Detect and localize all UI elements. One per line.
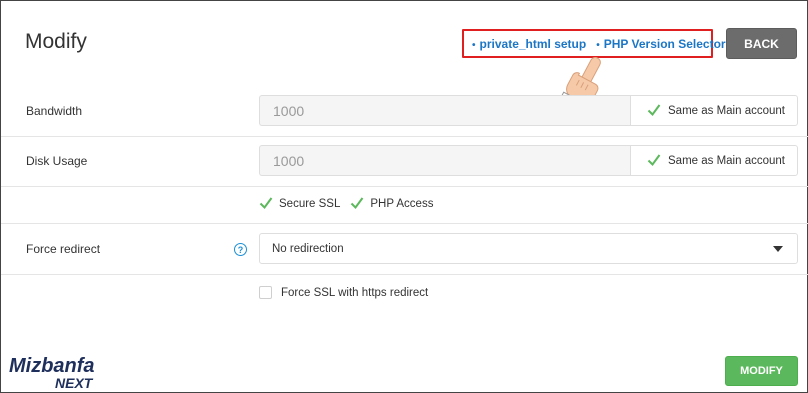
divider: [1, 186, 808, 187]
checkmark-icon: [647, 103, 661, 118]
php-version-selector-link[interactable]: • PHP Version Selector: [596, 37, 725, 51]
force-redirect-label: Force redirect: [26, 242, 101, 256]
question-circle-icon[interactable]: ?: [234, 243, 247, 256]
php-access-label: PHP Access: [370, 198, 434, 210]
checkmark-icon: [259, 197, 273, 211]
modify-panel: Modify • private_html setup • PHP Version …: [0, 0, 808, 393]
divider: [1, 136, 808, 137]
svg-text:Mizbanfa: Mizbanfa: [9, 355, 95, 377]
secure-ssl-label: Secure SSL: [279, 198, 341, 210]
divider: [1, 223, 808, 224]
private-html-setup-link[interactable]: • private_html setup: [472, 37, 586, 51]
force-ssl-label: Force SSL with https redirect: [281, 286, 429, 299]
force-redirect-selected: No redirection: [272, 242, 344, 255]
disk-usage-same-as-main-checkbox[interactable]: Same as Main account: [630, 145, 798, 176]
bandwidth-label: Bandwidth: [26, 104, 83, 118]
bandwidth-input[interactable]: 1000: [259, 95, 631, 126]
modify-button[interactable]: MODIFY: [725, 356, 798, 386]
back-button[interactable]: BACK: [726, 28, 797, 59]
mizbanfa-logo: Mizbanfa NEXT: [9, 355, 95, 391]
php-access-checkbox[interactable]: PHP Access: [350, 197, 433, 211]
bandwidth-same-as-main-checkbox[interactable]: Same as Main account: [630, 95, 798, 126]
secure-ssl-checkbox[interactable]: Secure SSL: [259, 197, 340, 211]
options-row: Secure SSL PHP Access: [259, 197, 443, 211]
disk-usage-label: Disk Usage: [26, 154, 88, 168]
disk-usage-input[interactable]: 1000: [259, 145, 631, 176]
force-ssl-checkbox[interactable]: Force SSL with https redirect: [259, 286, 428, 299]
force-redirect-select[interactable]: No redirection: [259, 233, 798, 264]
disk-usage-same-label: Same as Main account: [668, 154, 785, 167]
svg-text:NEXT: NEXT: [55, 375, 94, 391]
checkbox-empty-icon: [259, 286, 272, 299]
divider: [1, 274, 808, 275]
bandwidth-same-label: Same as Main account: [668, 104, 785, 117]
checkmark-icon: [350, 197, 364, 211]
page-title: Modify: [25, 30, 87, 53]
checkmark-icon: [647, 153, 661, 168]
caret-down-icon: [773, 246, 783, 252]
